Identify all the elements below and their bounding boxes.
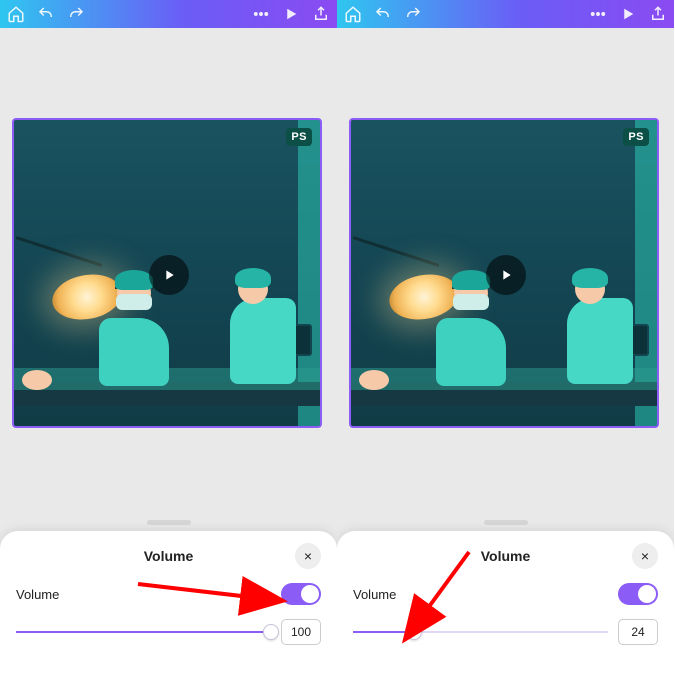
volume-slider[interactable]	[353, 622, 608, 642]
slider-fill	[16, 631, 271, 633]
pane-right: PS Volume × Volume 24	[337, 0, 674, 675]
share-icon[interactable]	[311, 4, 331, 24]
video-element[interactable]: PS	[349, 118, 659, 428]
volume-sheet: Volume × Volume 24	[337, 531, 674, 675]
sheet-title: Volume	[481, 548, 531, 564]
top-toolbar	[0, 0, 337, 28]
volume-value[interactable]: 100	[281, 619, 321, 645]
ps-badge: PS	[286, 128, 312, 146]
slider-fill	[353, 631, 414, 633]
sheet-handle[interactable]	[484, 520, 528, 525]
volume-slider[interactable]	[16, 622, 271, 642]
close-icon: ×	[304, 548, 312, 564]
undo-icon[interactable]	[373, 4, 393, 24]
top-toolbar	[337, 0, 674, 28]
volume-sheet: Volume × Volume 100	[0, 531, 337, 675]
volume-value[interactable]: 24	[618, 619, 658, 645]
sheet-title: Volume	[144, 548, 194, 564]
editor-canvas[interactable]: PS	[0, 28, 337, 423]
sheet-handle[interactable]	[147, 520, 191, 525]
home-icon[interactable]	[343, 4, 363, 24]
play-overlay-icon[interactable]	[486, 255, 526, 295]
play-icon[interactable]	[281, 4, 301, 24]
play-overlay-icon[interactable]	[149, 255, 189, 295]
slider-thumb[interactable]	[406, 624, 422, 640]
slider-thumb[interactable]	[263, 624, 279, 640]
redo-icon[interactable]	[403, 4, 423, 24]
video-element[interactable]: PS	[12, 118, 322, 428]
volume-toggle[interactable]	[281, 583, 321, 605]
undo-icon[interactable]	[36, 4, 56, 24]
share-icon[interactable]	[648, 4, 668, 24]
more-icon[interactable]	[588, 4, 608, 24]
close-button[interactable]: ×	[632, 543, 658, 569]
play-icon[interactable]	[618, 4, 638, 24]
ps-badge: PS	[623, 128, 649, 146]
volume-label: Volume	[353, 587, 396, 602]
close-button[interactable]: ×	[295, 543, 321, 569]
pane-left: PS Volume × Volume 100	[0, 0, 337, 675]
more-icon[interactable]	[251, 4, 271, 24]
home-icon[interactable]	[6, 4, 26, 24]
redo-icon[interactable]	[66, 4, 86, 24]
volume-toggle[interactable]	[618, 583, 658, 605]
close-icon: ×	[641, 548, 649, 564]
volume-label: Volume	[16, 587, 59, 602]
editor-canvas[interactable]: PS	[337, 28, 674, 423]
